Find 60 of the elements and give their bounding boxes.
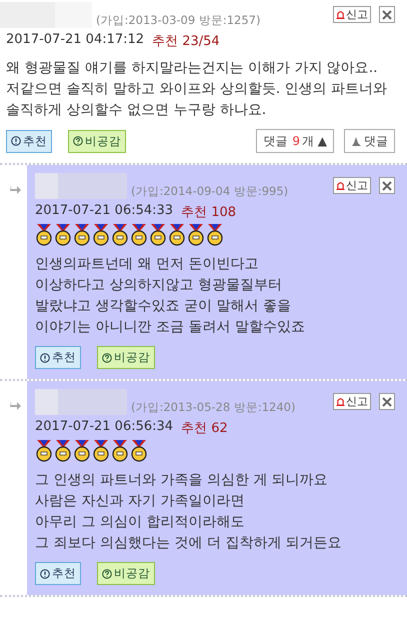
comment-text: 아무리 그 의심이 합리적이라해도	[35, 513, 246, 532]
recommend-button[interactable]: 추천	[35, 562, 81, 585]
comment-text: 이야기는 아니니깐 조금 돌려서 말할수있죠	[35, 318, 306, 337]
siren-icon	[336, 397, 345, 406]
comment-text: 인생의파트넌데 왜 먼저 돈이빈다고	[35, 255, 260, 274]
medal-icon	[73, 440, 91, 462]
close-button[interactable]	[379, 6, 395, 23]
comment-text: 발랐냐고 생각할수있죠 굳이 말해서 좋을	[35, 297, 292, 316]
recommend-count: 추천 62	[181, 420, 228, 437]
reply-arrow-icon	[10, 400, 22, 410]
report-button[interactable]: 신고	[333, 6, 371, 23]
disagree-button[interactable]: 비공감	[97, 346, 155, 369]
medal-icon	[54, 440, 72, 462]
disagree-button[interactable]: 비공감	[68, 130, 126, 152]
medal-icon	[130, 224, 148, 246]
medal-icon	[92, 440, 110, 462]
recommend-count: 추천 23/54	[152, 33, 220, 50]
medal-icon	[73, 224, 91, 246]
medal-icon	[206, 224, 224, 246]
medal-icon	[168, 224, 186, 246]
medal-icon	[187, 224, 205, 246]
disagree-button[interactable]: 비공감	[97, 562, 155, 585]
reply-button[interactable]: 댓글	[344, 129, 395, 153]
comment-text: 그 죄보다 의심했다는 것에 더 집착하게 되거든요	[35, 534, 343, 553]
report-button[interactable]: 신고	[333, 393, 371, 410]
post-date: 2017-07-21 06:54:33	[35, 203, 174, 220]
info-icon	[11, 136, 21, 146]
recommend-button[interactable]: 추천	[6, 130, 52, 152]
medal-icon	[35, 224, 53, 246]
medal-icon	[92, 224, 110, 246]
comments-toggle-button[interactable]: 댓글 9 개 ▲	[256, 129, 334, 153]
medal-icon	[111, 224, 129, 246]
comment-text: 이상하다고 상의하지않고 형광물질부터	[35, 276, 283, 295]
post-date: 2017-07-21 04:17:12	[6, 32, 144, 49]
recommend-button[interactable]: 추천	[35, 346, 81, 369]
recommend-count: 추천 108	[181, 204, 236, 221]
medal-icon	[54, 224, 72, 246]
comment-text: 사람은 자신과 자기 가족일이라면	[35, 492, 246, 511]
close-button[interactable]	[379, 177, 395, 194]
help-icon	[102, 352, 112, 362]
medal-icon	[35, 440, 53, 462]
comment-text: 저같으면 솔직히 말하고 와이프와 상의할듯. 인생의 파트너와 솔직하게 상의할수 없으면 누구랑 하나요.	[6, 80, 388, 120]
comment-text: 왜 형광물질 얘기를 하지말라는건지는 이해가 가지 않아요..	[6, 59, 379, 78]
member-info: (가입:2013-03-09 방문:1257)	[96, 13, 260, 28]
medal-icon	[149, 224, 167, 246]
reply-arrow-icon	[10, 184, 22, 194]
info-icon	[40, 352, 50, 362]
close-button[interactable]	[379, 393, 395, 410]
info-icon	[40, 568, 50, 578]
report-button[interactable]: 신고	[333, 177, 371, 194]
post-date: 2017-07-21 06:56:34	[35, 419, 174, 436]
member-info: (가입:2013-05-28 방문:1240)	[131, 400, 296, 415]
siren-icon	[336, 10, 345, 19]
help-icon	[102, 568, 112, 578]
help-icon	[73, 136, 83, 146]
member-info: (가입:2014-09-04 방문:995)	[131, 184, 288, 199]
siren-icon	[336, 181, 345, 190]
medal-icon	[130, 440, 148, 462]
medal-icon	[111, 440, 129, 462]
comment-text: 그 인생의 파트너와 가족을 의심한 게 되니까요	[35, 471, 329, 490]
